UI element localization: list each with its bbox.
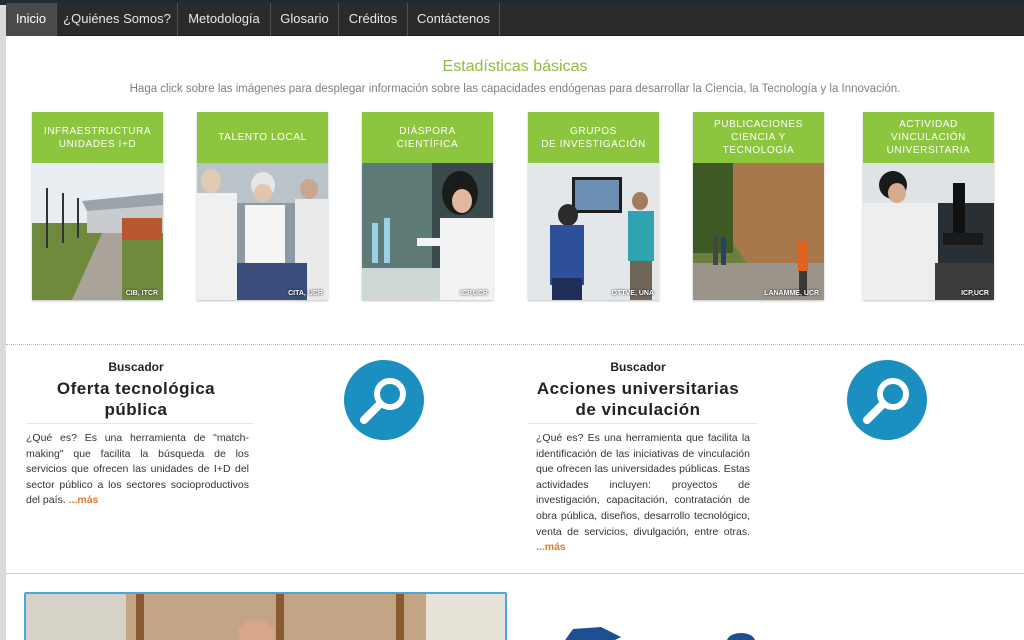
nav-item-glosario[interactable]: Glosario xyxy=(271,3,339,36)
tile-grupos-investigacion[interactable]: GRUPOS DE INVESTIGACIÓN OTTVE, UNA xyxy=(528,112,659,300)
nav-item-creditos[interactable]: Créditos xyxy=(339,3,408,36)
tile-title: PUBLICACIONES CIENCIA Y TECNOLOGÍA xyxy=(693,112,824,163)
buscador-description-acciones: ¿Qué es? Es una herramienta que facilita… xyxy=(536,431,750,556)
magnifier-icon xyxy=(863,378,909,424)
tile-title: GRUPOS DE INVESTIGACIÓN xyxy=(528,112,659,163)
tile-title: INFRAESTRUCTURA UNIDADES I+D xyxy=(32,112,163,163)
tile-credit: CITA, UCR xyxy=(288,290,323,297)
section-divider xyxy=(6,344,1024,345)
tile-title: ACTIVIDAD VINCULACIÓN UNIVERSITARIA xyxy=(863,112,994,163)
nav-item-quienes-somos[interactable]: ¿Quiénes Somos? xyxy=(57,3,178,36)
search-button-oferta[interactable] xyxy=(344,360,424,440)
buscador-title-oferta: Oferta tecnológica pública xyxy=(56,379,216,419)
main-nav: Inicio ¿Quiénes Somos? Metodología Glosa… xyxy=(6,3,1024,36)
tile-photo: LANAMME, UCR xyxy=(693,163,824,300)
tile-photo: CIB, ITCR xyxy=(32,163,163,300)
tile-talento-local[interactable]: TALENTO LOCAL CITA, UCR xyxy=(197,112,328,300)
tile-credit: CIB, ITCR xyxy=(125,290,158,297)
nav-item-inicio[interactable]: Inicio xyxy=(6,3,57,36)
tile-diaspora-cientifica[interactable]: DIÁSPORA CIENTÍFICA ICP,UCR xyxy=(362,112,493,300)
tile-credit: LANAMME, UCR xyxy=(764,290,819,297)
tile-publicaciones[interactable]: PUBLICACIONES CIENCIA Y TECNOLOGÍA LANAM… xyxy=(693,112,824,300)
tile-credit: ICP,UCR xyxy=(460,290,488,297)
nav-item-contactenos[interactable]: Contáctenos xyxy=(408,3,500,36)
tile-credit: ICP,UCR xyxy=(961,290,989,297)
tile-credit: OTTVE, UNA xyxy=(611,290,654,297)
tile-title: DIÁSPORA CIENTÍFICA xyxy=(362,112,493,163)
tile-title: TALENTO LOCAL xyxy=(197,112,328,163)
featured-photo[interactable] xyxy=(24,592,507,640)
divider xyxy=(528,423,758,424)
more-link[interactable]: ...más xyxy=(69,494,99,506)
tile-photo: ICP,UCR xyxy=(362,163,493,300)
logo xyxy=(561,625,761,640)
buscador-label: Buscador xyxy=(610,360,666,374)
tile-infraestructura[interactable]: INFRAESTRUCTURA UNIDADES I+D CIB, ITCR xyxy=(32,112,163,300)
divider xyxy=(26,423,254,424)
magnifier-icon xyxy=(360,378,406,424)
stats-subtitle: Haga click sobre las imágenes para despl… xyxy=(129,83,901,95)
buscador-title-acciones: Acciones universitarias de vinculación xyxy=(536,379,740,419)
tile-photo: CITA, UCR xyxy=(197,163,328,300)
buscador-description-oferta: ¿Qué es? Es una herramienta de "match-ma… xyxy=(26,431,249,509)
buscador-label: Buscador xyxy=(108,360,164,374)
tile-photo: ICP,UCR xyxy=(863,163,994,300)
search-button-acciones[interactable] xyxy=(847,360,927,440)
description-text: ¿Qué es? Es una herramienta que facilita… xyxy=(536,432,750,538)
more-link[interactable]: ...más xyxy=(536,541,566,553)
tile-photo: OTTVE, UNA xyxy=(528,163,659,300)
nav-item-metodologia[interactable]: Metodología xyxy=(178,3,271,36)
stats-title: Estadísticas básicas xyxy=(442,58,588,75)
section-divider xyxy=(6,573,1024,574)
tile-actividad-vinculacion[interactable]: ACTIVIDAD VINCULACIÓN UNIVERSITARIA ICP,… xyxy=(863,112,994,300)
description-text: ¿Qué es? Es una herramienta de "match-ma… xyxy=(26,432,249,507)
page: Inicio ¿Quiénes Somos? Metodología Glosa… xyxy=(6,3,1024,640)
